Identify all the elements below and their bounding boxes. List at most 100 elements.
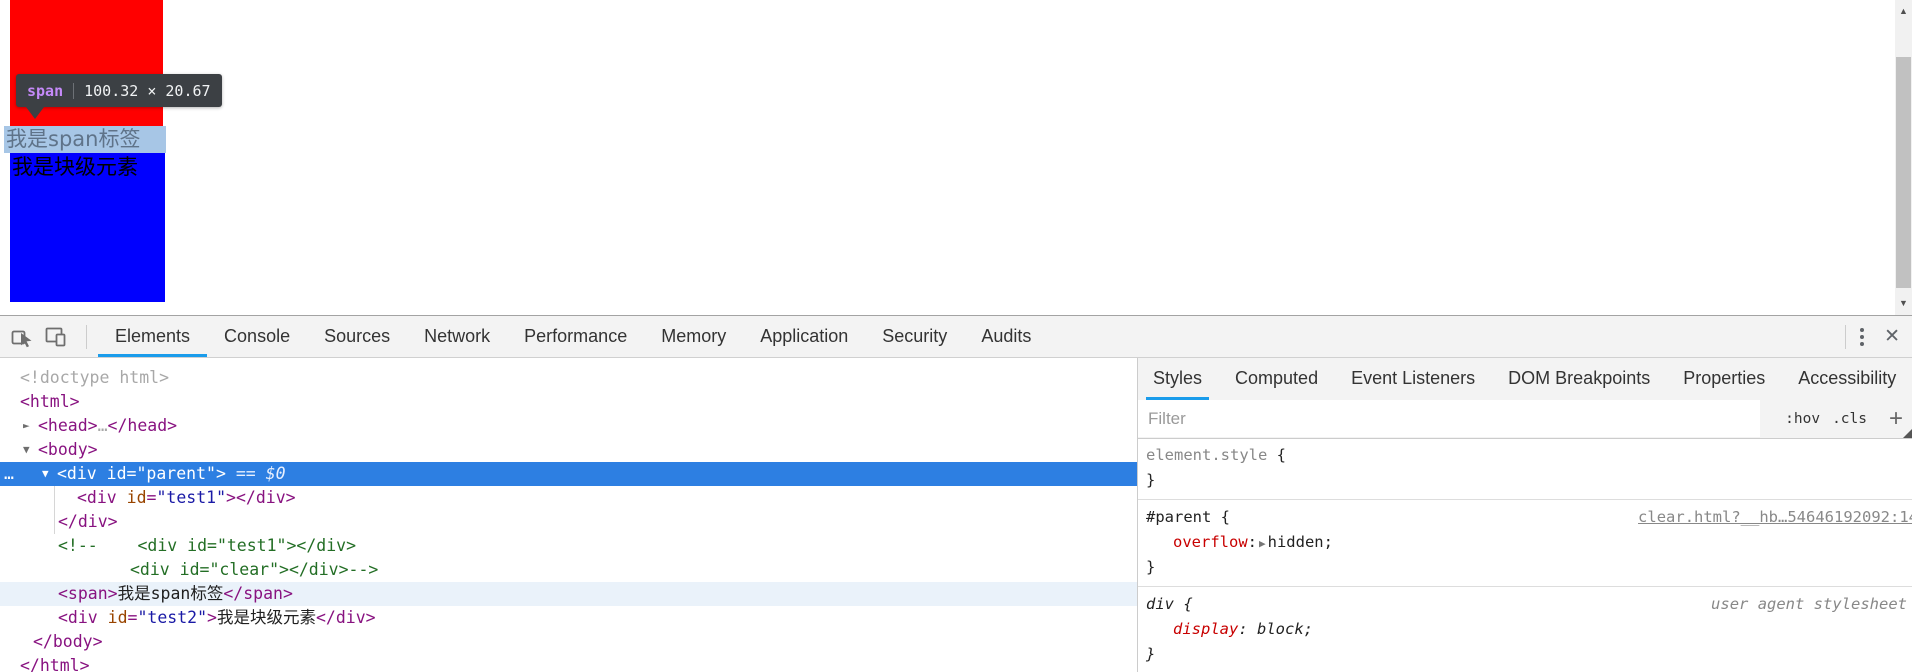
device-toolbar-icon[interactable] (45, 325, 68, 348)
tree-row[interactable]: ► <head>…</head> (0, 414, 1137, 438)
scroll-up-icon[interactable]: ▲ (1895, 4, 1912, 19)
devtools-toolbar: Elements Console Sources Network Performance… (0, 316, 1912, 358)
tree-row-selected[interactable]: … ▼ <div id="parent"> == $0 (0, 462, 1137, 486)
stylesheet-source-link[interactable]: clear.html?__hb…54646192092:14 (1638, 505, 1912, 530)
tree-row[interactable]: <div id="test1"></div> (0, 486, 1137, 510)
css-property-name[interactable]: display (1173, 620, 1238, 638)
tab-audits[interactable]: Audits (964, 316, 1048, 357)
inspect-cursor-icon[interactable] (11, 325, 34, 348)
code-segment: "parent" (136, 464, 216, 483)
tree-row[interactable]: <div id="test2">我是块级元素</div> (0, 606, 1137, 630)
code-segment: <body> (38, 440, 98, 459)
css-property-value[interactable]: block; (1257, 620, 1313, 638)
expand-shorthand-icon[interactable]: ▶ (1257, 537, 1268, 550)
css-property-line[interactable]: overflow: ▶ hidden; (1146, 530, 1912, 555)
code-segment: <!-- <div id="test1"></div> (58, 536, 357, 555)
code-segment: = (126, 464, 137, 483)
style-rule-section: #parent {clear.html?__hb…54646192092:14 o… (1138, 500, 1912, 587)
tab-application[interactable]: Application (743, 316, 865, 357)
expand-arrow-icon[interactable]: ► (23, 414, 30, 438)
tooltip-dimensions: 100.32 × 20.67 (84, 81, 211, 100)
tree-row[interactable]: <div id="clear"></div>--> (0, 558, 1137, 582)
filter-row-buttons: :hov .cls + (1773, 400, 1903, 437)
rule-close-brace: } (1146, 645, 1156, 663)
inspect-tooltip: span 100.32 × 20.67 (16, 74, 222, 119)
code-segment: <div (77, 488, 127, 507)
css-property-line[interactable]: display: block; (1146, 617, 1912, 642)
rule-selector[interactable]: #parent (1146, 508, 1211, 526)
tree-row[interactable]: <!doctype html> (0, 366, 1137, 390)
code-segment: 我是span标签 (117, 584, 224, 603)
toolbar-separator (86, 324, 87, 349)
tree-row[interactable]: </body> (0, 630, 1137, 654)
tab-security[interactable]: Security (865, 316, 964, 357)
tree-row[interactable]: ▼ <body> (0, 438, 1137, 462)
rule-selector[interactable]: div (1146, 595, 1174, 613)
rule-selector[interactable]: element.style (1146, 446, 1267, 464)
code-segment: <div id="clear"></div>--> (130, 560, 379, 579)
code-segment: > (215, 464, 226, 483)
code-segment: </span> (223, 584, 293, 603)
code-segment: </div> (235, 488, 296, 507)
block-text: 我是块级元素 (12, 155, 138, 179)
tab-memory[interactable]: Memory (644, 316, 743, 357)
scrollbar-thumb[interactable] (1896, 57, 1911, 288)
code-segment: <span> (58, 584, 118, 603)
code-segment: id (106, 464, 127, 483)
new-style-rule-button[interactable]: + (1889, 400, 1903, 437)
code-segment: </div> (58, 512, 118, 531)
styles-filter-row: :hov .cls + (1138, 400, 1912, 439)
user-agent-stylesheet-note: user agent stylesheet (1711, 595, 1907, 613)
blue-box-div-test2: 我是块级元素 (10, 153, 165, 302)
code-segment: <div (57, 464, 107, 483)
elements-panel: <!doctype html> <html> ► <head>…</head> ▼ <bo… (0, 358, 1138, 672)
tree-row[interactable]: </div> (0, 510, 1137, 534)
scroll-down-icon[interactable]: ▼ (1895, 296, 1912, 311)
sidebar-tab-computed[interactable]: Computed (1228, 358, 1325, 400)
row-ellipsis-menu-icon[interactable]: … (4, 462, 15, 486)
sidebar-tab-styles[interactable]: Styles (1146, 358, 1210, 400)
code-segment: = (146, 488, 157, 507)
element-classes-button[interactable]: .cls (1832, 411, 1867, 427)
code-segment: "test1" (156, 488, 227, 507)
toolbar-right-controls: ✕ (1845, 316, 1912, 357)
tree-row[interactable]: </html> (0, 654, 1137, 672)
code-segment: </body> (33, 632, 103, 651)
code-segment: 我是块级元素 (216, 608, 316, 627)
tab-sources[interactable]: Sources (307, 316, 407, 357)
tree-row[interactable]: <!-- <div id="test1"></div> (0, 534, 1137, 558)
dom-tree: <!doctype html> <html> ► <head>…</head> ▼ <bo… (0, 358, 1137, 672)
collapse-arrow-icon[interactable]: ▼ (42, 462, 49, 486)
sidebar-tab-properties[interactable]: Properties (1676, 358, 1772, 400)
code-segment: = (127, 608, 138, 627)
style-rules: element.style {} #parent {clear.html?__hb… (1138, 438, 1912, 672)
css-property-name[interactable]: overflow (1173, 533, 1248, 551)
code-segment: > (226, 488, 236, 507)
code-segment: </head> (107, 416, 178, 435)
sidebar-tabs: Styles Computed Event Listeners DOM Breakpo… (1138, 358, 1912, 400)
kebab-menu-icon[interactable] (1846, 327, 1878, 346)
tree-row[interactable]: <span>我是span标签</span> (0, 582, 1137, 606)
tab-console[interactable]: Console (207, 316, 307, 357)
rule-close-brace: } (1146, 471, 1156, 489)
page-scrollbar[interactable]: ▲ ▼ (1895, 0, 1912, 315)
sidebar-tab-dom-breakpoints[interactable]: DOM Breakpoints (1501, 358, 1657, 400)
tab-elements[interactable]: Elements (98, 316, 208, 357)
styles-filter-input[interactable] (1138, 400, 1760, 437)
corner-grip-icon (1903, 429, 1912, 438)
close-icon[interactable]: ✕ (1878, 316, 1912, 357)
tab-network[interactable]: Network (407, 316, 507, 357)
collapse-arrow-icon[interactable]: ▼ (23, 438, 30, 462)
code-segment: > (207, 608, 217, 627)
tab-performance[interactable]: Performance (507, 316, 644, 357)
sidebar-tab-event-listeners[interactable]: Event Listeners (1344, 358, 1482, 400)
toggle-element-state-button[interactable]: :hov (1785, 411, 1820, 427)
code-segment: </div> (315, 608, 376, 627)
screen: 我是span标签 我是块级元素 span 100.32 × 20.67 ▲ ▼ (0, 0, 1912, 672)
css-property-value[interactable]: hidden; (1268, 533, 1333, 551)
sidebar-tab-accessibility[interactable]: Accessibility (1791, 358, 1903, 400)
tree-row[interactable]: <html> (0, 390, 1137, 414)
tooltip-separator (73, 82, 75, 99)
tooltip-tag-name: span (27, 81, 64, 100)
style-rule-section: div {user agent stylesheet display: block… (1138, 587, 1912, 672)
